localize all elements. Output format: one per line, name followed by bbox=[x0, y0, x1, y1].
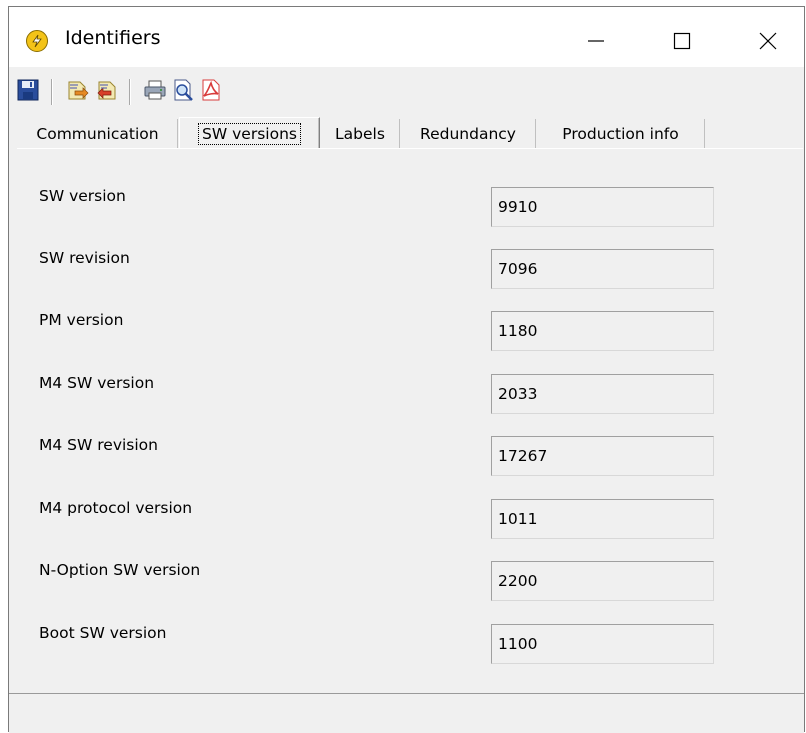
toolbar-separator bbox=[51, 79, 52, 105]
m4-sw-version-field[interactable]: 2033 bbox=[491, 374, 714, 414]
export-icon[interactable] bbox=[95, 78, 119, 102]
toolbar bbox=[9, 71, 804, 113]
toolbar-separator bbox=[129, 79, 130, 105]
tab-strip: Communication SW versions Labels Redunda… bbox=[18, 117, 806, 150]
tab-sw-versions[interactable]: SW versions bbox=[179, 117, 320, 150]
minimize-button[interactable] bbox=[571, 23, 621, 59]
sw-revision-field[interactable]: 7096 bbox=[491, 249, 714, 289]
field-label: SW version bbox=[39, 187, 126, 205]
field-row-n-option-sw-version: N-Option SW version 2200 bbox=[17, 561, 803, 605]
tab-communication[interactable]: Communication bbox=[18, 119, 178, 149]
app-lightning-icon bbox=[26, 30, 48, 52]
field-row-boot-sw-version: Boot SW version 1100 bbox=[17, 624, 803, 668]
print-preview-icon[interactable] bbox=[171, 78, 195, 102]
field-label: M4 SW revision bbox=[39, 436, 158, 454]
field-row-sw-version: SW version 9910 bbox=[17, 187, 803, 231]
minimize-icon bbox=[588, 40, 604, 42]
tab-labels[interactable]: Labels bbox=[321, 119, 400, 149]
field-row-m4-sw-version: M4 SW version 2033 bbox=[17, 374, 803, 418]
field-label: PM version bbox=[39, 311, 124, 329]
field-label: M4 SW version bbox=[39, 374, 155, 392]
print-icon[interactable] bbox=[143, 78, 167, 102]
title-bar[interactable]: Identifiers bbox=[9, 7, 804, 67]
field-row-m4-protocol-version: M4 protocol version 1011 bbox=[17, 499, 803, 543]
identifiers-window: Identifiers Communication SW versions La… bbox=[8, 6, 806, 733]
sw-version-field[interactable]: 9910 bbox=[491, 187, 714, 227]
maximize-icon bbox=[673, 32, 691, 50]
close-icon bbox=[759, 32, 777, 50]
import-icon[interactable] bbox=[65, 78, 89, 102]
close-button[interactable] bbox=[743, 23, 793, 59]
m4-sw-revision-field[interactable]: 17267 bbox=[491, 436, 714, 476]
field-row-m4-sw-revision: M4 SW revision 17267 bbox=[17, 436, 803, 480]
status-bar bbox=[9, 693, 804, 733]
tab-redundancy[interactable]: Redundancy bbox=[401, 119, 536, 149]
save-icon[interactable] bbox=[16, 78, 40, 102]
field-row-sw-revision: SW revision 7096 bbox=[17, 249, 803, 293]
tab-production-info[interactable]: Production info bbox=[537, 119, 705, 149]
field-label: Boot SW version bbox=[39, 624, 167, 642]
field-label: N-Option SW version bbox=[39, 561, 201, 579]
maximize-button[interactable] bbox=[657, 23, 707, 59]
n-option-sw-version-field[interactable]: 2200 bbox=[491, 561, 714, 601]
field-label: SW revision bbox=[39, 249, 130, 267]
field-row-pm-version: PM version 1180 bbox=[17, 311, 803, 355]
window-title: Identifiers bbox=[65, 27, 161, 49]
pdf-icon[interactable] bbox=[199, 78, 223, 102]
pm-version-field[interactable]: 1180 bbox=[491, 311, 714, 351]
field-label: M4 protocol version bbox=[39, 499, 193, 517]
boot-sw-version-field[interactable]: 1100 bbox=[491, 624, 714, 664]
m4-protocol-version-field[interactable]: 1011 bbox=[491, 499, 714, 539]
sw-versions-panel: SW version 9910 SW revision 7096 PM vers… bbox=[17, 148, 803, 694]
